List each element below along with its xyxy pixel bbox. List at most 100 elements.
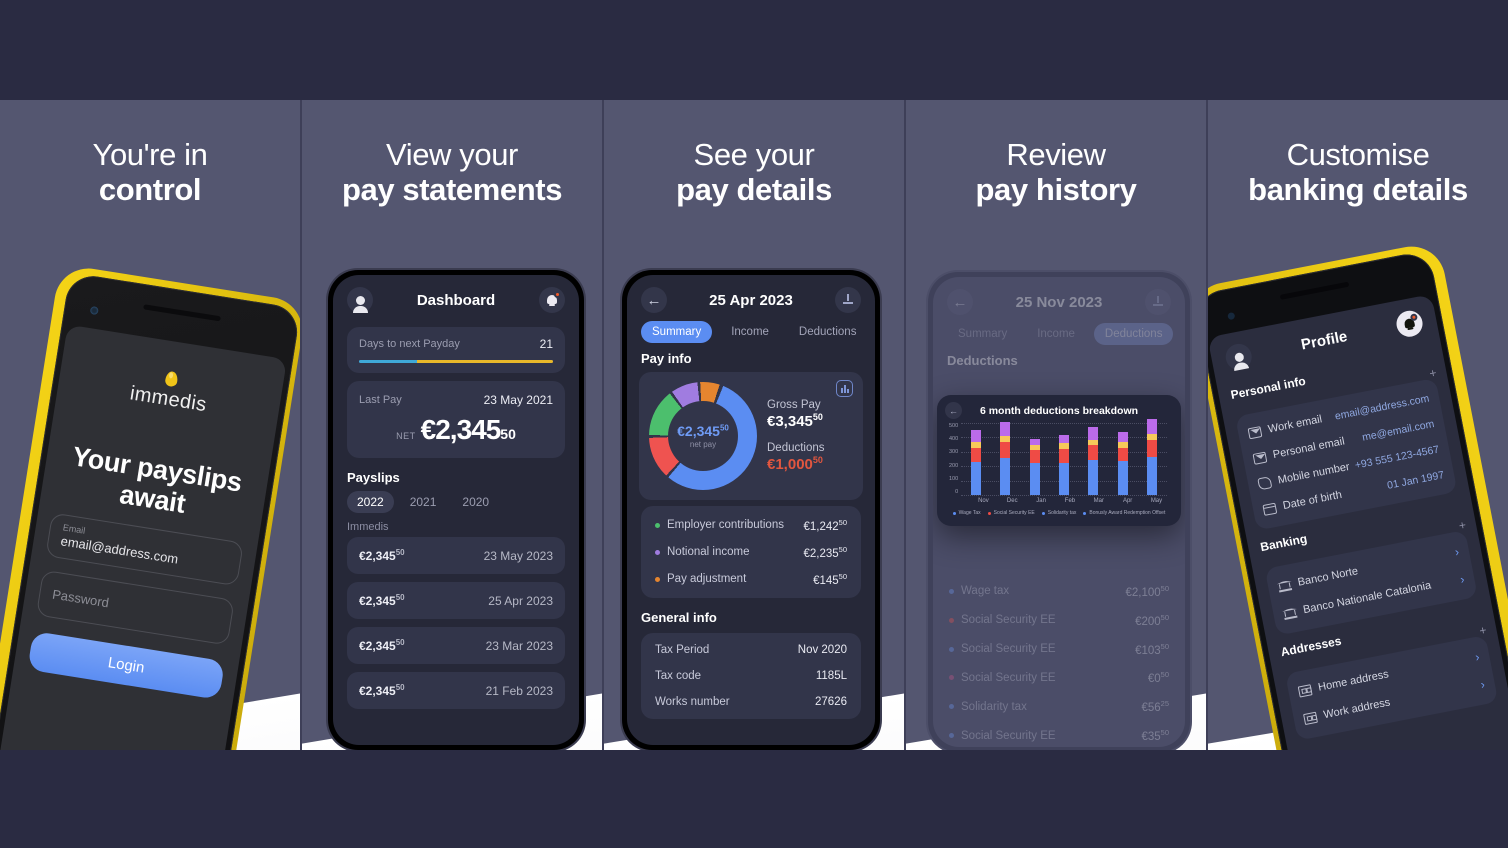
bottom-letterbox-bar xyxy=(0,750,1508,848)
tab-deductions[interactable]: Deductions xyxy=(788,321,868,343)
chart-y-axis: 500 400 300 200 100 0 xyxy=(949,423,961,495)
list-item[interactable]: Pay adjustment €14550 xyxy=(653,566,849,593)
general-value: 27626 xyxy=(815,696,847,709)
slip-cents: 50 xyxy=(395,683,405,692)
field-label: Date of birth xyxy=(1281,488,1343,513)
chart-bar xyxy=(1059,434,1070,495)
list-item[interactable]: Social Security EE €3550 xyxy=(947,721,1171,747)
panel-title-light: You're in xyxy=(92,137,208,172)
modal-back-button[interactable]: ← xyxy=(945,402,962,419)
tab-deductions[interactable]: Deductions xyxy=(1093,323,1174,345)
list-item[interactable]: Employer contributions €1,24250 xyxy=(653,512,849,539)
breakdown-cents: 50 xyxy=(838,518,847,527)
panel-pay-details: See your pay details ← 25 Apr 2023 Summa… xyxy=(602,100,904,750)
deduction-value: €103 xyxy=(1135,644,1161,657)
add-personal-button[interactable]: + xyxy=(1428,366,1438,381)
list-item[interactable]: €2,34550 21 Feb 2023 xyxy=(347,672,565,709)
legend-label: Social Security EE xyxy=(993,510,1035,516)
table-row: Tax code 1185L xyxy=(653,663,849,689)
net-value: €2,345 xyxy=(420,414,502,445)
person-icon xyxy=(1233,351,1245,363)
deductions-heading: Deductions xyxy=(947,353,1018,368)
year-tab-2021[interactable]: 2021 xyxy=(400,491,447,513)
chart-x-axis: Nov Dec Jan Feb Mar Apr May xyxy=(947,498,1171,504)
x-tick: Nov xyxy=(978,498,989,504)
deduction-label: Social Security EE xyxy=(961,643,1056,656)
x-tick: Apr xyxy=(1122,498,1133,504)
list-item[interactable]: €2,34550 23 Mar 2023 xyxy=(347,627,565,664)
profile-avatar-button[interactable] xyxy=(347,287,373,313)
list-item[interactable]: Solidarity tax €5625 xyxy=(947,692,1171,721)
list-item[interactable]: Notional income €2,23550 xyxy=(653,539,849,566)
login-headline: Your payslips await xyxy=(70,441,245,520)
profile-avatar-button[interactable] xyxy=(1223,341,1254,373)
back-button[interactable]: ← xyxy=(641,287,667,313)
pay-history-screen: ← 25 Nov 2023 Summary Income Deductions … xyxy=(933,277,1185,747)
chart-toggle-button[interactable] xyxy=(836,380,853,397)
payslips-heading: Payslips xyxy=(347,470,400,485)
deduction-value: €35 xyxy=(1141,730,1161,743)
back-button[interactable]: ← xyxy=(947,289,973,315)
pay-details-screen: ← 25 Apr 2023 Summary Income Deductions … xyxy=(627,275,875,745)
net-cents: 50 xyxy=(500,426,516,442)
password-field[interactable]: Password xyxy=(35,570,235,646)
list-item[interactable]: Social Security EE €10350 xyxy=(947,635,1171,664)
download-button[interactable] xyxy=(1144,289,1171,315)
tab-income[interactable]: Income xyxy=(720,321,780,343)
notifications-button[interactable] xyxy=(1394,308,1425,339)
deduction-value: €0 xyxy=(1147,673,1161,686)
chevron-right-icon: › xyxy=(1479,677,1486,692)
list-item[interactable]: Wage tax €2,10050 xyxy=(947,577,1171,606)
year-tab-2022[interactable]: 2022 xyxy=(347,491,394,513)
list-item[interactable]: Social Security EE €050 xyxy=(947,663,1171,692)
chart-bar xyxy=(1117,431,1128,495)
phone-dashboard: Dashboard Days to next Payday 21 Last Pa… xyxy=(328,270,584,750)
add-address-button[interactable]: + xyxy=(1478,623,1488,638)
last-pay-date: 23 May 2021 xyxy=(483,393,553,407)
panel-title-5: Customise banking details xyxy=(1208,137,1508,207)
deduction-cents: 25 xyxy=(1160,699,1169,709)
general-key: Tax code xyxy=(655,670,702,683)
general-key: Tax Period xyxy=(655,644,710,657)
tab-income[interactable]: Income xyxy=(1026,323,1086,345)
download-icon xyxy=(1152,296,1164,308)
x-tick: Jan xyxy=(1036,498,1046,504)
general-info-heading: General info xyxy=(641,610,717,626)
field-value: 01 Jan 1997 xyxy=(1386,469,1446,492)
slip-amount: €2,345 xyxy=(359,639,396,653)
payday-label: Days to next Payday xyxy=(359,338,460,350)
table-row: Works number 27626 xyxy=(653,689,849,715)
chart-bar xyxy=(1088,427,1099,495)
breakdown-cents: 50 xyxy=(838,571,847,581)
slip-cents: 50 xyxy=(395,548,405,557)
add-bank-button[interactable]: + xyxy=(1458,518,1468,533)
payday-value: 21 xyxy=(539,337,553,351)
chart-bar xyxy=(1029,438,1040,495)
general-value: Nov 2020 xyxy=(797,644,847,657)
slip-amount: €2,345 xyxy=(359,549,396,563)
year-tab-2020[interactable]: 2020 xyxy=(452,491,499,513)
deduction-label: Wage tax xyxy=(961,585,1010,598)
list-item[interactable]: €2,34550 25 Apr 2023 xyxy=(347,582,565,619)
list-item[interactable]: Social Security EE €20050 xyxy=(947,606,1171,635)
home-icon xyxy=(1297,683,1313,698)
field-label: Work email xyxy=(1267,413,1324,436)
panel-title-4: Review pay history xyxy=(906,137,1206,207)
download-button[interactable] xyxy=(834,287,861,313)
page-title: Profile xyxy=(1299,327,1349,354)
tab-summary[interactable]: Summary xyxy=(947,323,1018,345)
slip-amount: €2,345 xyxy=(359,594,396,608)
login-button[interactable]: Login xyxy=(27,631,225,701)
breakdown-label: Notional income xyxy=(667,546,750,559)
pay-details-tabs: Summary Income Deductions xyxy=(627,319,875,347)
x-tick: May xyxy=(1150,498,1163,504)
brand-logo: immedis xyxy=(71,356,269,426)
tab-summary[interactable]: Summary xyxy=(641,321,713,343)
deduction-cents: 50 xyxy=(1160,728,1169,738)
deductions-breakdown-modal: ← 6 month deductions breakdown 500 400 3… xyxy=(937,395,1181,526)
payslip-group-label: Immedis xyxy=(347,521,389,533)
list-item[interactable]: €2,34550 23 May 2023 xyxy=(347,537,565,574)
notifications-button[interactable] xyxy=(538,287,565,313)
legend-label: Wage Tax xyxy=(958,510,981,516)
address-label: Work address xyxy=(1322,696,1392,722)
